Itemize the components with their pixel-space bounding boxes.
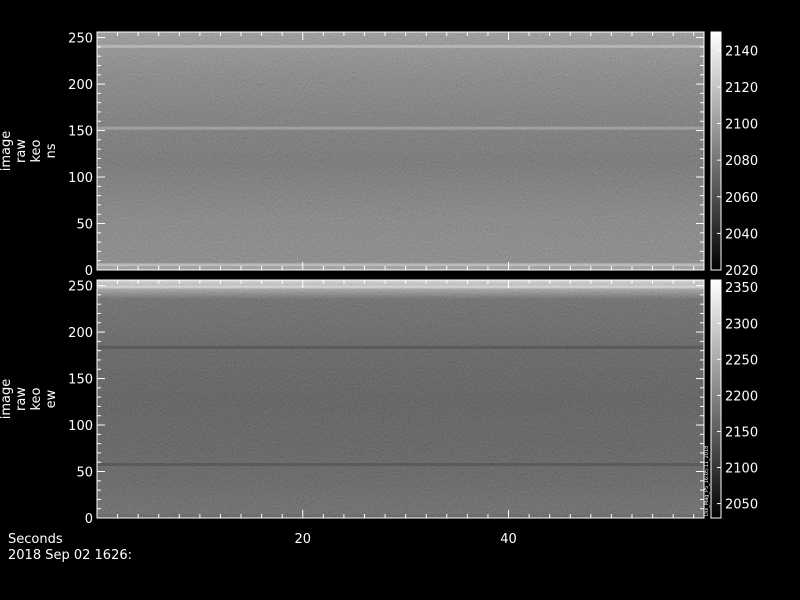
colorbar bbox=[711, 280, 721, 518]
file-stamp: Dui_Mag_PS_16:05:11_2018 bbox=[704, 446, 710, 516]
y-tick-label: 150 bbox=[68, 125, 93, 140]
heatmap-noise bbox=[97, 280, 704, 518]
x-tick-labels: 20 40 bbox=[294, 532, 516, 547]
colorbar bbox=[711, 32, 721, 270]
y-tick-label: 200 bbox=[68, 326, 93, 341]
heatmap-band bbox=[97, 44, 704, 48]
heatmap-band bbox=[97, 345, 704, 349]
y-tick-label: 250 bbox=[68, 280, 93, 295]
colorbar-tick-label: 2050 bbox=[725, 498, 758, 513]
colorbar-tick-label: 2120 bbox=[725, 81, 758, 96]
colorbar-tick-label: 2150 bbox=[725, 425, 758, 440]
y-axis-label-line: raw bbox=[14, 139, 29, 163]
y-tick-label: 50 bbox=[76, 466, 93, 481]
panel-1: 0 50 100 150 200 250 image raw keo ns 2020 2040 2060… bbox=[0, 31, 758, 279]
y-axis-label-line: image bbox=[0, 131, 14, 172]
colorbar-tick-label: 2040 bbox=[725, 227, 758, 242]
y-tick-label: 100 bbox=[68, 419, 93, 434]
colorbar-tick-label: 2060 bbox=[725, 191, 758, 206]
colorbar-tick-label: 2250 bbox=[725, 353, 758, 368]
y-tick-label: 100 bbox=[68, 171, 93, 186]
panel-2: 0 50 100 150 200 250 image raw keo ew 2050 2100 2150… bbox=[0, 279, 758, 527]
y-tick-label: 0 bbox=[85, 264, 93, 279]
y-tick-label: 150 bbox=[68, 373, 93, 388]
x-tick-label: 20 bbox=[294, 532, 311, 547]
colorbar-tick-label: 2350 bbox=[725, 281, 758, 296]
colorbar-tick-label: 2100 bbox=[725, 462, 758, 477]
y-tick-label: 0 bbox=[85, 512, 93, 527]
colorbar-tick-label: 2020 bbox=[725, 264, 758, 279]
y-axis-label-line: ns bbox=[44, 143, 59, 158]
colorbar-tick-label: 2300 bbox=[725, 317, 758, 332]
y-axis-label-line: keo bbox=[29, 387, 44, 410]
y-tick-label: 50 bbox=[76, 218, 93, 233]
x-tick-label: 40 bbox=[500, 532, 517, 547]
y-axis-label-line: ew bbox=[44, 389, 59, 408]
y-axis-label-line: keo bbox=[29, 139, 44, 162]
y-axis-label-line: raw bbox=[14, 387, 29, 411]
colorbar-tick-label: 2200 bbox=[725, 389, 758, 404]
panels-layer: 050100150200250image raw keo ns202020402060… bbox=[0, 31, 758, 527]
x-axis-label: Seconds bbox=[8, 532, 63, 547]
y-axis-label-line: image bbox=[0, 379, 14, 420]
heatmap-band bbox=[97, 285, 704, 289]
y-tick-label: 200 bbox=[68, 78, 93, 93]
heatmap-noise bbox=[97, 32, 704, 270]
heatmap-band bbox=[97, 463, 704, 467]
heatmap-band bbox=[97, 263, 704, 267]
heatmap-band bbox=[97, 126, 704, 130]
keogram-figure: 050100150200250image raw keo ns202020402060… bbox=[0, 31, 758, 563]
date-label: 2018 Sep 02 1626: bbox=[8, 548, 132, 563]
colorbar-tick-label: 2080 bbox=[725, 154, 758, 169]
colorbar-tick-label: 2140 bbox=[725, 44, 758, 59]
colorbar-tick-label: 2100 bbox=[725, 118, 758, 133]
y-tick-label: 250 bbox=[68, 32, 93, 47]
